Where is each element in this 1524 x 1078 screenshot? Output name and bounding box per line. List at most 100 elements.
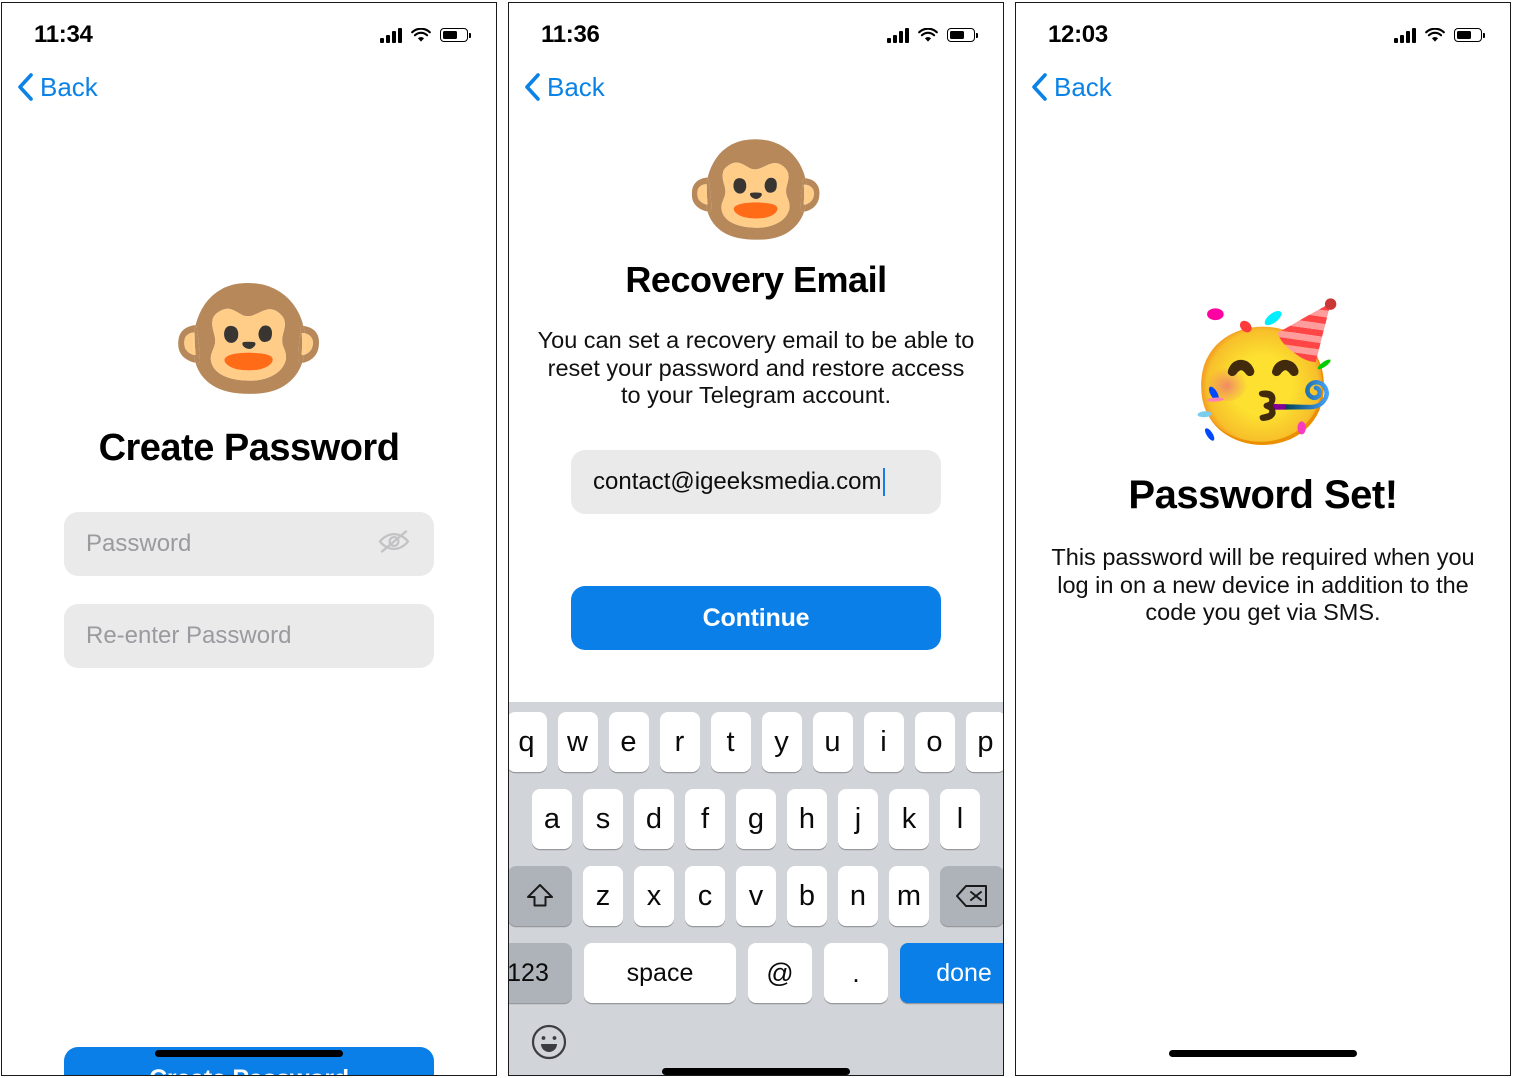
- key-r[interactable]: r: [659, 712, 700, 772]
- chevron-left-icon: [523, 72, 541, 102]
- password-fields: Password Re-enter Password: [2, 512, 496, 668]
- home-indicator: [662, 1068, 850, 1075]
- key-g[interactable]: g: [736, 789, 776, 849]
- key-f[interactable]: f: [685, 789, 725, 849]
- screenshot-stage: 11:34 Back 🐵 Create Password Password Re…: [0, 0, 1524, 1078]
- partying-face-emoji: 🥳: [1182, 299, 1344, 445]
- chevron-left-icon: [1030, 72, 1048, 102]
- eye-slash-icon[interactable]: [378, 529, 410, 560]
- key-m[interactable]: m: [889, 866, 929, 926]
- key-c[interactable]: c: [685, 866, 725, 926]
- key-s[interactable]: s: [583, 789, 623, 849]
- nav-bar: Back: [2, 57, 496, 117]
- done-key[interactable]: done: [900, 943, 1003, 1003]
- key-h[interactable]: h: [787, 789, 827, 849]
- keyboard-row-3: z x c v b n m: [509, 866, 1003, 926]
- wifi-icon: [918, 27, 938, 43]
- screen-body: 🐵 Recovery Email You can set a recovery …: [509, 124, 1003, 1075]
- phone-screen-recovery-email: 11:36 Back 🐵 Recovery Email You can set …: [508, 2, 1004, 1076]
- recovery-email-input-value: contact@igeeksmedia.com: [593, 468, 882, 496]
- page-title: Create Password: [98, 427, 400, 469]
- key-e[interactable]: e: [608, 712, 649, 772]
- key-o[interactable]: o: [914, 712, 955, 772]
- space-key[interactable]: space: [584, 943, 736, 1003]
- key-z[interactable]: z: [583, 866, 623, 926]
- battery-icon: [440, 28, 471, 42]
- back-button[interactable]: Back: [16, 72, 98, 103]
- phone-screen-create-password: 11:34 Back 🐵 Create Password Password Re…: [1, 2, 497, 1076]
- reenter-password-input[interactable]: Re-enter Password: [64, 604, 434, 668]
- key-y[interactable]: y: [761, 712, 802, 772]
- back-button-label: Back: [40, 71, 98, 102]
- continue-cta-wrap: Continue: [509, 586, 1003, 651]
- key-v[interactable]: v: [736, 866, 776, 926]
- signal-bars-icon: [1394, 27, 1416, 43]
- key-u[interactable]: u: [812, 712, 853, 772]
- phone-screen-password-set: 12:03 Back 🥳 Password Set! This password…: [1015, 2, 1511, 1076]
- key-k[interactable]: k: [889, 789, 929, 849]
- home-indicator: [1169, 1050, 1357, 1057]
- emoji-smiley-icon[interactable]: [530, 1023, 568, 1061]
- dot-key[interactable]: .: [824, 943, 888, 1003]
- key-x[interactable]: x: [634, 866, 674, 926]
- backspace-key-icon[interactable]: [940, 866, 1003, 926]
- key-l[interactable]: l: [940, 789, 980, 849]
- key-t[interactable]: t: [710, 712, 751, 772]
- status-icons: [1394, 27, 1485, 43]
- status-icons: [380, 27, 471, 43]
- key-n[interactable]: n: [838, 866, 878, 926]
- back-button[interactable]: Back: [523, 72, 605, 103]
- page-subtitle: This password will be required when you …: [1051, 544, 1475, 626]
- back-button-label: Back: [547, 71, 605, 102]
- status-bar: 11:34: [2, 3, 496, 57]
- signal-bars-icon: [887, 27, 909, 43]
- key-p[interactable]: p: [965, 712, 1003, 772]
- page-subtitle: You can set a recovery email to be able …: [537, 327, 975, 409]
- key-i[interactable]: i: [863, 712, 904, 772]
- text-caret: [882, 468, 886, 497]
- monkey-face-emoji: 🐵: [683, 124, 829, 254]
- reenter-password-input-placeholder: Re-enter Password: [86, 622, 292, 649]
- key-a[interactable]: a: [532, 789, 572, 849]
- monkey-face-emoji: 🐵: [169, 267, 329, 410]
- status-bar: 12:03: [1016, 3, 1510, 57]
- status-time: 11:36: [541, 21, 600, 48]
- nav-bar: Back: [509, 57, 1003, 117]
- signal-bars-icon: [380, 27, 402, 43]
- numbers-key[interactable]: 123: [509, 943, 572, 1003]
- recovery-email-input[interactable]: contact@igeeksmedia.com: [571, 450, 941, 515]
- at-key[interactable]: @: [748, 943, 812, 1003]
- page-title: Password Set!: [1128, 473, 1398, 517]
- status-icons: [887, 27, 978, 43]
- email-field-wrap: contact@igeeksmedia.com: [509, 450, 1003, 515]
- home-indicator: [155, 1050, 343, 1057]
- status-time: 12:03: [1048, 21, 1108, 48]
- nav-bar: Back: [1016, 57, 1510, 117]
- keyboard-bottom-bar: [512, 1013, 1000, 1071]
- wifi-icon: [1425, 27, 1445, 43]
- back-button-label: Back: [1054, 71, 1112, 102]
- back-button[interactable]: Back: [1030, 72, 1112, 103]
- password-input[interactable]: Password: [64, 512, 434, 576]
- key-j[interactable]: j: [838, 789, 878, 849]
- chevron-left-icon: [16, 72, 34, 102]
- battery-icon: [1454, 28, 1485, 42]
- on-screen-keyboard: q w e r t y u i o p a s d f g h j k l z …: [509, 702, 1003, 1075]
- status-bar: 11:36: [509, 3, 1003, 57]
- key-b[interactable]: b: [787, 866, 827, 926]
- keyboard-row-1: q w e r t y u i o p: [509, 712, 1003, 772]
- page-title: Recovery Email: [625, 259, 887, 300]
- shift-key-icon[interactable]: [509, 866, 572, 926]
- battery-icon: [947, 28, 978, 42]
- keyboard-row-2: a s d f g h j k l: [512, 789, 1000, 849]
- key-q[interactable]: q: [509, 712, 547, 772]
- key-d[interactable]: d: [634, 789, 674, 849]
- continue-button[interactable]: Continue: [571, 586, 941, 651]
- keyboard-row-4: 123 space @ . done: [509, 943, 1003, 1003]
- status-time: 11:34: [34, 21, 93, 48]
- wifi-icon: [411, 27, 431, 43]
- password-input-placeholder: Password: [86, 530, 192, 557]
- key-w[interactable]: w: [557, 712, 598, 772]
- screen-body: 🥳 Password Set! This password will be re…: [1016, 299, 1510, 1075]
- screen-body: 🐵 Create Password Password Re-enter Pass…: [2, 267, 496, 1075]
